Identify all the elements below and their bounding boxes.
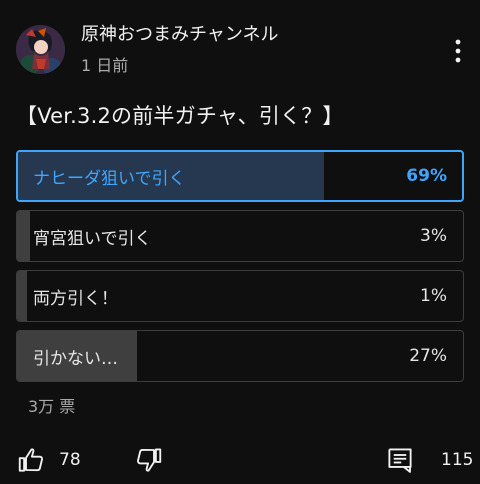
poll-option-label: 引かない… bbox=[33, 348, 118, 369]
poll-option-percent: 69% bbox=[406, 166, 447, 186]
comment-icon bbox=[388, 448, 412, 473]
poll-option[interactable]: 宵宮狙いで引く 3% bbox=[16, 210, 464, 262]
comment-count: 115 bbox=[441, 450, 474, 470]
channel-name[interactable]: 原神おつまみチャンネル bbox=[81, 22, 278, 48]
vote-count: 3万 票 bbox=[28, 397, 76, 416]
comments-button[interactable]: 115 bbox=[385, 444, 473, 476]
more-vert-icon bbox=[455, 39, 461, 63]
post-timestamp: 1 日前 bbox=[81, 56, 129, 75]
like-button[interactable]: 78 bbox=[16, 444, 81, 476]
poll-option-percent: 1% bbox=[420, 286, 447, 306]
poll-option-label: ナヒーダ狙いで引く bbox=[33, 168, 186, 189]
thumb-down-icon bbox=[136, 448, 162, 472]
poll-option-percent: 3% bbox=[420, 226, 447, 246]
like-count: 78 bbox=[59, 450, 81, 470]
avatar-image bbox=[16, 25, 65, 74]
poll-option[interactable]: 両方引く！ 1% bbox=[16, 270, 464, 322]
poll-option-result-bar bbox=[17, 271, 27, 321]
dislike-button[interactable] bbox=[134, 444, 164, 476]
poll-option-label: 宵宮狙いで引く bbox=[33, 228, 152, 249]
poll-option[interactable]: ナヒーダ狙いで引く 69% bbox=[16, 150, 464, 202]
poll-option-percent: 27% bbox=[409, 346, 447, 366]
poll-option[interactable]: 引かない… 27% bbox=[16, 330, 464, 382]
poll-option-label: 両方引く！ bbox=[33, 288, 118, 309]
thumb-up-icon bbox=[18, 448, 44, 472]
post-title: 【Ver.3.2の前半ガチャ、引く？】 bbox=[16, 104, 344, 128]
poll-option-result-bar bbox=[17, 211, 31, 261]
more-options-button[interactable] bbox=[444, 34, 472, 68]
channel-avatar[interactable] bbox=[16, 25, 65, 74]
